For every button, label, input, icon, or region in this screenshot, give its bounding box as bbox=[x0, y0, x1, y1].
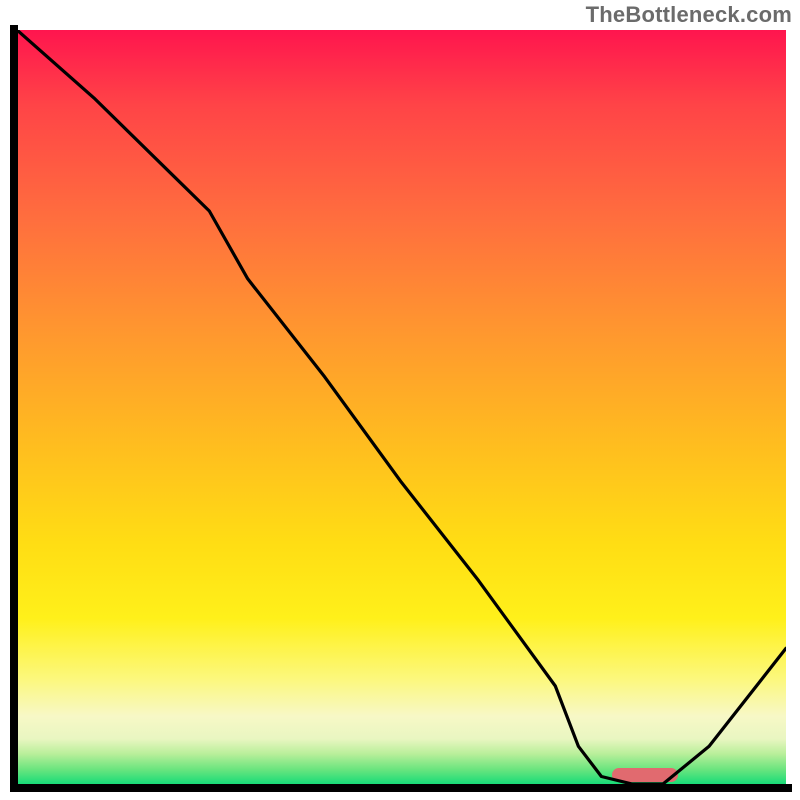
chart-canvas: TheBottleneck.com bbox=[0, 0, 800, 800]
plot-area bbox=[17, 30, 786, 784]
watermark-text: TheBottleneck.com bbox=[586, 2, 792, 28]
y-axis-line bbox=[10, 25, 18, 790]
x-axis-line bbox=[10, 784, 792, 792]
bottleneck-curve bbox=[17, 30, 786, 784]
